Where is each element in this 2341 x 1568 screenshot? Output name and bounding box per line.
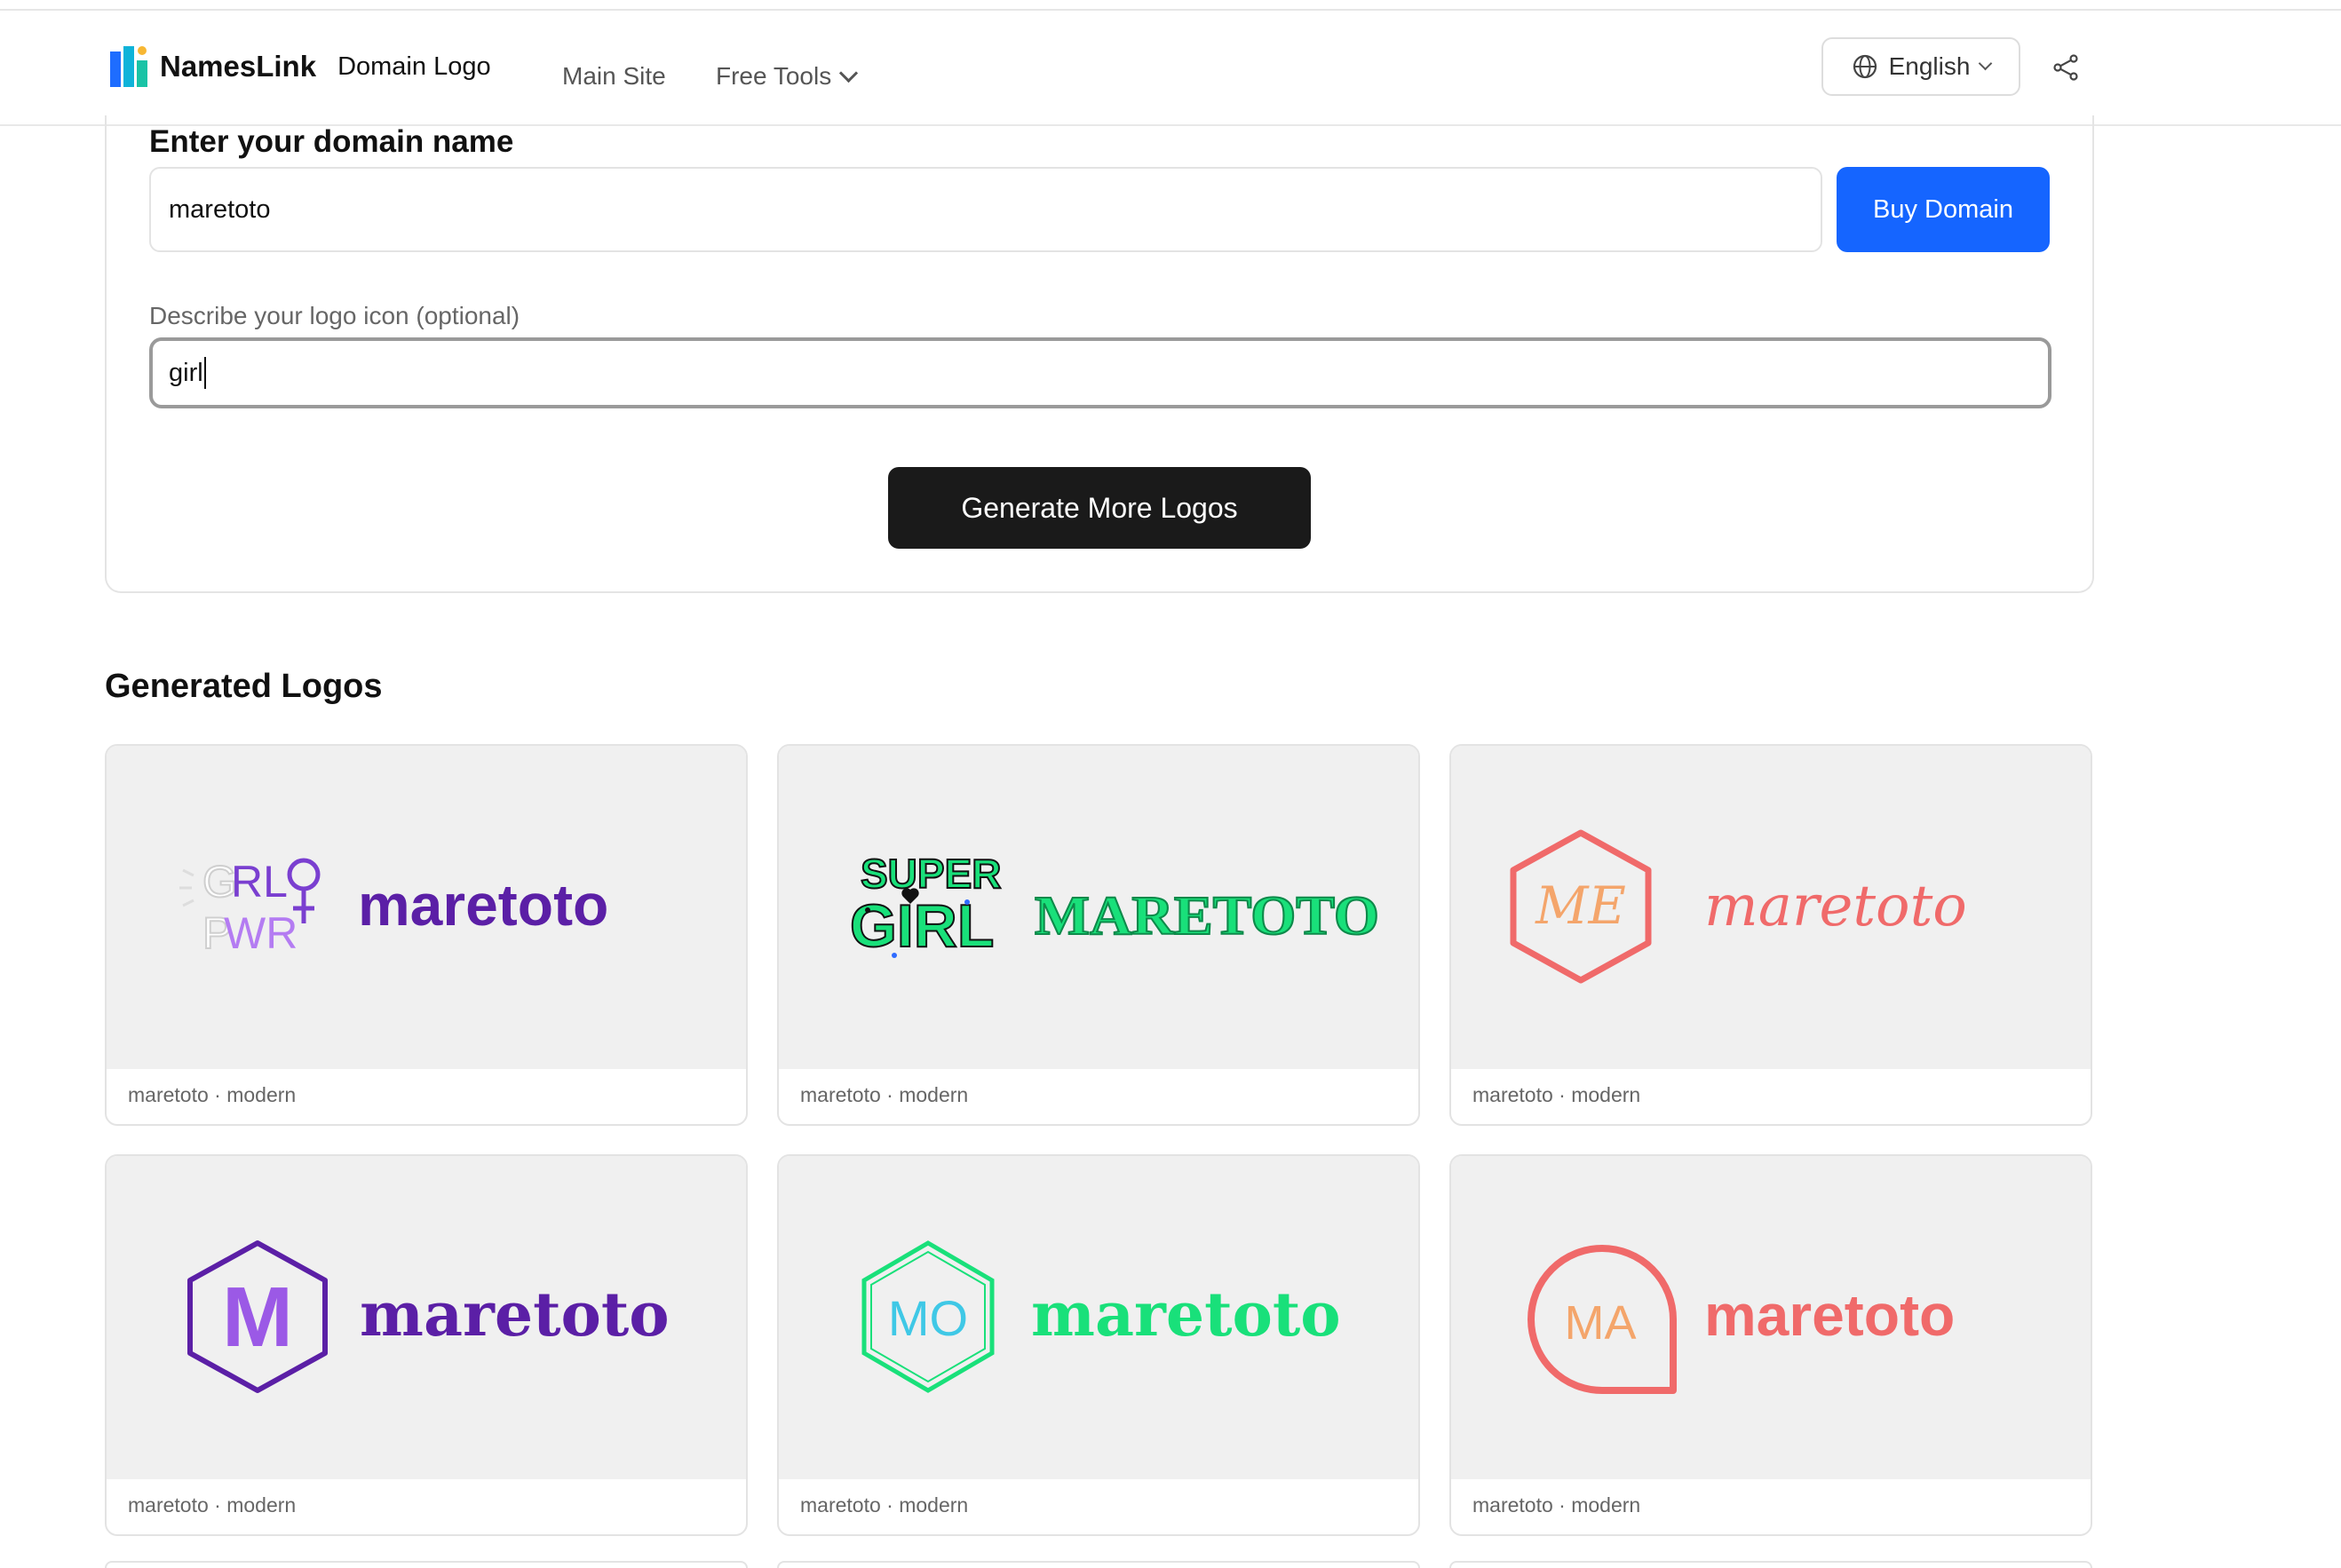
logo-meta-2: maretoto · modern	[800, 1083, 969, 1106]
domain-input-value: maretoto	[169, 194, 271, 224]
hexagon-m-icon: M	[187, 1240, 328, 1393]
wordmark-4: maretoto	[360, 1279, 670, 1350]
logo-meta-1: maretoto · modern	[128, 1083, 297, 1106]
nav-free-tools-label: Free Tools	[716, 62, 832, 90]
logo-tile-5[interactable]: MO maretoto maretoto · modern	[777, 1154, 1420, 1536]
logo-meta-3: maretoto · modern	[1472, 1083, 1641, 1106]
speech-bubble-monogram-icon: MA	[1528, 1245, 1677, 1394]
icon-description-input[interactable]: girl	[149, 337, 2051, 408]
logo-meta-5: maretoto · modern	[800, 1493, 969, 1517]
wordmark-1: maretoto	[358, 872, 608, 938]
logo-tile-3[interactable]: ME maretoto maretoto · modern	[1449, 744, 2092, 1126]
logo-tile-2[interactable]: SUPER GIRL MARETOTO maretoto · modern	[777, 744, 1420, 1126]
wordmark-5: maretoto	[1031, 1279, 1341, 1350]
logo-preview-2: SUPER GIRL MARETOTO	[779, 746, 1418, 1069]
logo-preview-6: MA maretoto	[1451, 1156, 2091, 1479]
wordmark-3: maretoto	[1704, 874, 1967, 939]
language-label: English	[1888, 52, 1971, 80]
browser-top-edge	[0, 0, 2341, 11]
badge-6: MA	[1565, 1296, 1637, 1350]
chevron-down-icon	[1979, 56, 1993, 70]
logo-tile-4[interactable]: M maretoto maretoto · modern	[105, 1154, 748, 1536]
svg-text:WR: WR	[224, 908, 298, 958]
girl-power-icon: G RL P WR	[179, 856, 321, 959]
logo-preview-1: G RL P WR maretoto	[107, 746, 746, 1069]
wordmark-6: maretoto	[1704, 1282, 1955, 1348]
site-header: NamesLink Domain Logo Main Site Free Too…	[0, 11, 2341, 126]
generate-more-logos-button[interactable]: Generate More Logos	[888, 467, 1311, 549]
globe-icon	[1853, 54, 1877, 79]
logo-tile-6[interactable]: MA maretoto maretoto · modern	[1449, 1154, 2092, 1536]
logo-tile-1[interactable]: G RL P WR maretoto maretoto · modern	[105, 744, 748, 1126]
logo-preview-4: M maretoto	[107, 1156, 746, 1479]
svg-text:SUPER: SUPER	[861, 851, 1001, 897]
wordmark-2: MARETOTO	[1035, 886, 1379, 946]
nav-free-tools[interactable]: Free Tools	[716, 62, 859, 91]
hexagon-monogram-icon: ME	[1510, 829, 1652, 984]
badge-3: ME	[1535, 875, 1626, 936]
nav-main-site[interactable]: Main Site	[562, 62, 666, 91]
buy-domain-button[interactable]: Buy Domain	[1837, 167, 2050, 252]
badge-4: M	[222, 1270, 293, 1365]
language-selector[interactable]: English	[1821, 37, 2020, 96]
super-girl-icon: SUPER GIRL	[849, 850, 1002, 961]
icon-description-value: girl	[169, 358, 203, 387]
chevron-down-icon	[839, 63, 859, 83]
logo-preview-5: MO maretoto	[779, 1156, 1418, 1479]
logo-preview-3: ME maretoto	[1451, 746, 2091, 1069]
svg-text:GIRL: GIRL	[850, 892, 994, 960]
brand[interactable]: NamesLink Domain Logo	[110, 46, 491, 87]
logo-meta-4: maretoto · modern	[128, 1493, 297, 1517]
logo-meta-6: maretoto · modern	[1472, 1493, 1641, 1517]
domain-label: Enter your domain name	[149, 124, 514, 159]
icon-description-label: Describe your logo icon (optional)	[149, 302, 520, 329]
badge-5: MO	[888, 1290, 968, 1346]
brand-name: NamesLink	[160, 50, 317, 83]
nameslink-logo-icon	[110, 46, 147, 87]
next-row-tiles-edge	[105, 1561, 2094, 1568]
share-icon[interactable]	[2051, 53, 2080, 82]
generated-logos-title: Generated Logos	[105, 668, 383, 705]
domain-input[interactable]: maretoto	[149, 167, 1822, 252]
product-name: Domain Logo	[337, 51, 491, 81]
hexagon-outline-monogram-icon: MO	[861, 1240, 995, 1393]
svg-text:RL: RL	[231, 857, 288, 907]
text-caret	[203, 357, 206, 389]
